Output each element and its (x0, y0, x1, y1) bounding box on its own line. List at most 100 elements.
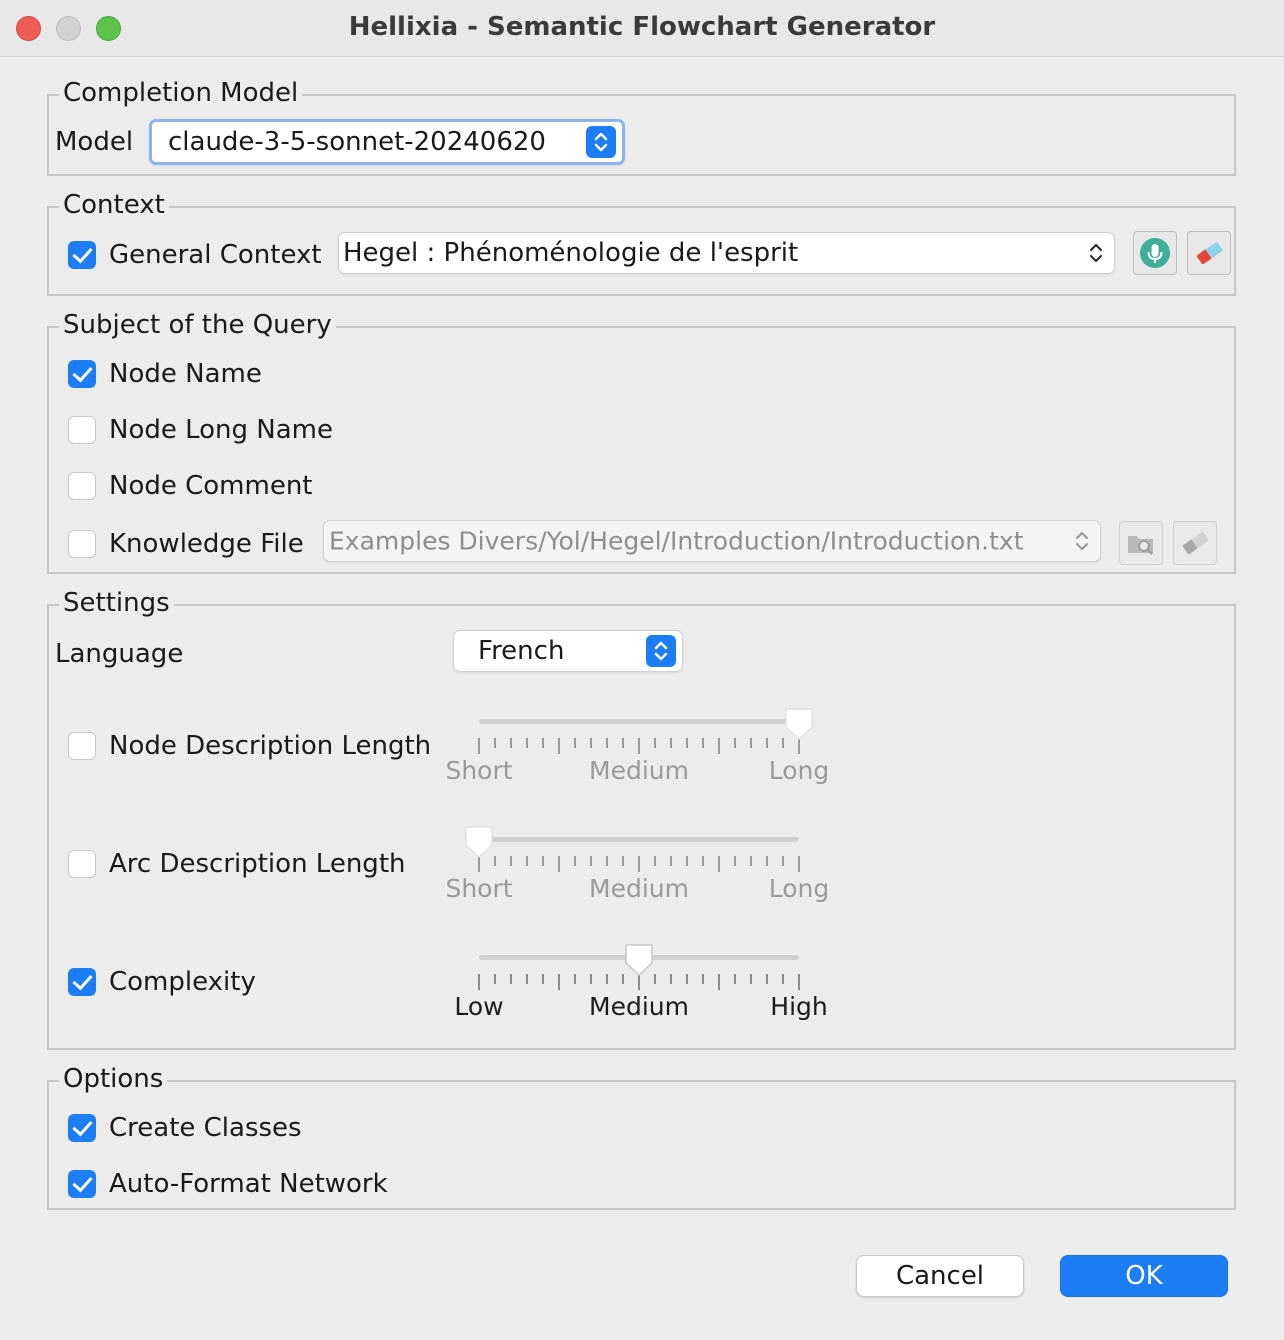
chevron-up-down-icon (1088, 240, 1104, 266)
slider-tick (750, 738, 752, 748)
slider-tick (670, 738, 672, 748)
slider-tick (766, 974, 768, 984)
model-select[interactable]: claude-3-5-sonnet-20240620 (149, 119, 625, 165)
browse-knowledge-file-button[interactable] (1119, 521, 1163, 565)
slider-tick (478, 738, 480, 754)
slider-tick (510, 974, 512, 984)
context-select[interactable]: Hegel : Phénoménologie de l'esprit (338, 232, 1115, 274)
slider-thumb[interactable] (624, 943, 654, 977)
dictate-button[interactable] (1133, 231, 1177, 275)
slider-tick (590, 974, 592, 984)
title-bar: Hellixia - Semantic Flowchart Generator (0, 0, 1284, 57)
slider-tick (798, 974, 800, 990)
slider-tick (638, 738, 640, 754)
slider-tick (542, 738, 544, 748)
settings-group: Settings Language French Node Descriptio… (47, 586, 1236, 1050)
slider-ticks (478, 738, 800, 756)
general-context-label: General Context (109, 240, 322, 270)
knowledge-file-checkbox[interactable] (68, 530, 96, 558)
slider-tick (526, 738, 528, 748)
completion-model-group: Completion Model Model claude-3-5-sonnet… (47, 76, 1236, 176)
cancel-button[interactable]: Cancel (856, 1255, 1024, 1297)
slider-tick (574, 974, 576, 984)
slider-tick (526, 974, 528, 984)
slider-tick (686, 738, 688, 748)
arc-description-length-slider[interactable]: Short Medium Long (445, 825, 829, 903)
slider-thumb[interactable] (464, 825, 494, 859)
slider-tick (702, 738, 704, 748)
slider-label-max: High (770, 992, 828, 1021)
auto-format-network-checkbox[interactable] (68, 1170, 96, 1198)
slider-label-min: Low (454, 992, 504, 1021)
settings-legend: Settings (59, 586, 174, 620)
node-description-length-checkbox[interactable] (68, 732, 96, 760)
node-long-name-label: Node Long Name (109, 415, 334, 445)
slider-tick (750, 856, 752, 866)
ok-button[interactable]: OK (1060, 1255, 1228, 1297)
subject-legend: Subject of the Query (59, 308, 336, 342)
slider-tick (606, 738, 608, 748)
chevron-up-down-icon (586, 126, 616, 158)
window-title: Hellixia - Semantic Flowchart Generator (348, 12, 936, 42)
slider-tick (606, 856, 608, 866)
options-group: Options Create Classes Auto-Format Netwo… (47, 1062, 1236, 1210)
node-description-length-slider[interactable]: Short Medium Long (445, 707, 829, 785)
slider-tick (494, 974, 496, 984)
complexity-slider[interactable]: Low Medium High (449, 943, 829, 1021)
knowledge-file-select[interactable]: Examples Divers/Yol/Hegel/Introduction/I… (323, 520, 1101, 562)
slider-tick (734, 974, 736, 984)
slider-label-min: Short (445, 874, 513, 903)
slider-tick (686, 856, 688, 866)
slider-tick (686, 974, 688, 984)
slider-tick (638, 856, 640, 872)
context-legend: Context (59, 188, 169, 222)
node-comment-label: Node Comment (109, 471, 313, 501)
slider-track (479, 719, 799, 724)
slider-tick (510, 738, 512, 748)
slider-tick (702, 974, 704, 984)
context-select-value: Hegel : Phénoménologie de l'esprit (343, 238, 799, 268)
general-context-checkbox[interactable] (68, 241, 96, 269)
arc-description-length-label: Arc Description Length (109, 849, 406, 879)
slider-tick (654, 856, 656, 866)
slider-label-max: Long (768, 756, 830, 785)
complexity-checkbox[interactable] (68, 968, 96, 996)
language-select-value: French (478, 636, 565, 666)
slider-tick (670, 974, 672, 984)
slider-label-mid: Medium (589, 874, 689, 903)
slider-tick (734, 738, 736, 748)
slider-tick (750, 974, 752, 984)
slider-tick (734, 856, 736, 866)
node-name-checkbox[interactable] (68, 360, 96, 388)
arc-description-length-checkbox[interactable] (68, 850, 96, 878)
chevron-up-down-icon (1074, 528, 1090, 554)
slider-tick (702, 856, 704, 866)
slider-tick (478, 974, 480, 990)
slider-tick (654, 974, 656, 984)
slider-tick (494, 738, 496, 748)
node-comment-checkbox[interactable] (68, 472, 96, 500)
model-label: Model (55, 127, 134, 157)
slider-tick (782, 856, 784, 866)
slider-thumb[interactable] (784, 707, 814, 741)
slider-tick (574, 738, 576, 748)
slider-tick (558, 974, 560, 990)
language-select[interactable]: French (453, 630, 683, 672)
context-group: Context General Context Hegel : Phénomén… (47, 188, 1236, 296)
slider-label-mid: Medium (589, 756, 689, 785)
slider-tick (606, 974, 608, 984)
language-label: Language (55, 639, 184, 669)
clear-knowledge-file-button[interactable] (1173, 521, 1217, 565)
options-legend: Options (59, 1062, 168, 1096)
create-classes-label: Create Classes (109, 1113, 302, 1143)
slider-tick (542, 856, 544, 866)
slider-tick (622, 738, 624, 748)
node-long-name-checkbox[interactable] (68, 416, 96, 444)
knowledge-file-value: Examples Divers/Yol/Hegel/Introduction/I… (329, 526, 1024, 556)
slider-tick (718, 856, 720, 872)
clear-context-button[interactable] (1187, 231, 1231, 275)
slider-tick (542, 974, 544, 984)
create-classes-checkbox[interactable] (68, 1114, 96, 1142)
slider-tick (798, 856, 800, 872)
slider-tick (766, 856, 768, 866)
